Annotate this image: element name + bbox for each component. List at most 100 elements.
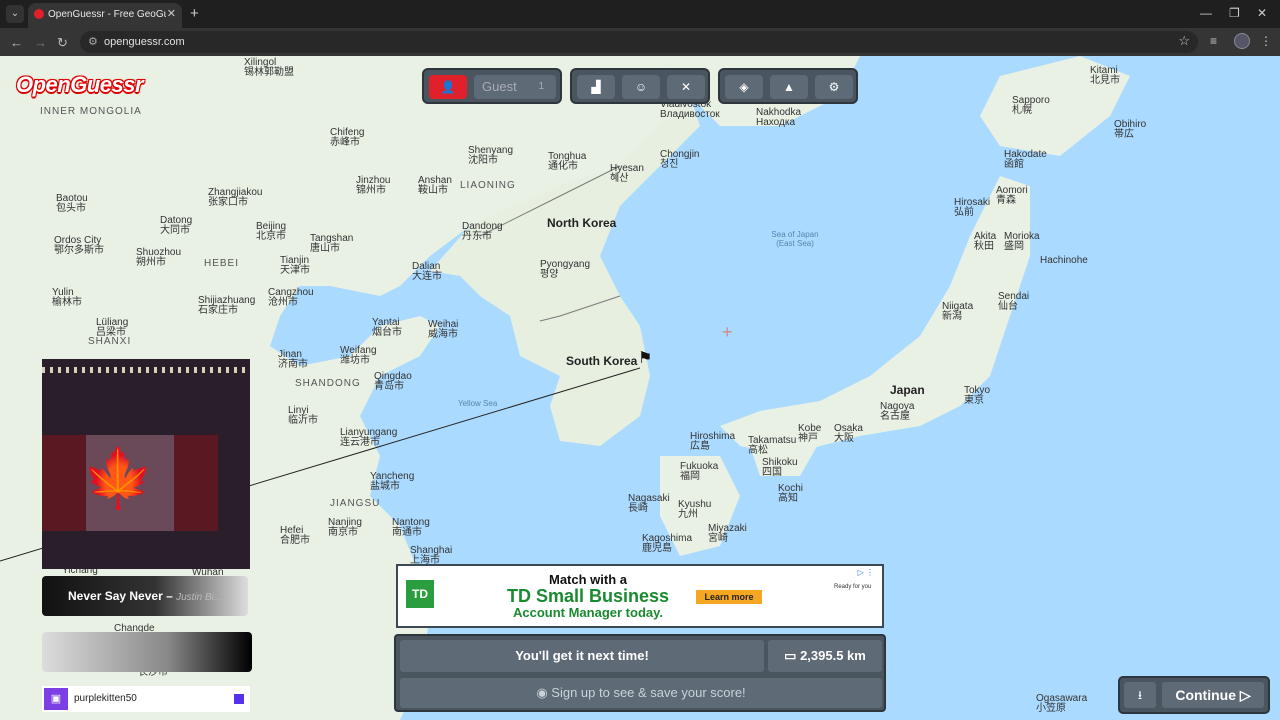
add-user-button[interactable]: 👤 [429, 75, 467, 99]
city-native-name: 连云港市 [340, 437, 380, 448]
mode-group: ▟ ☺ ✕ [570, 68, 710, 104]
city-label: Tokyo 東京 [964, 386, 990, 406]
tab-search-button[interactable]: ⌄ [6, 5, 24, 23]
battle-button[interactable]: ✕ [667, 75, 705, 99]
signup-button[interactable]: ◉ Sign up to see & save your score! [400, 678, 882, 708]
player-group: 👤 Guest 1 [422, 68, 562, 104]
url-text[interactable]: openguessr.com [104, 36, 185, 48]
tab-close-icon[interactable]: ✕ [167, 7, 176, 20]
city-native-name: 大连市 [412, 271, 442, 282]
city-native-name: 临沂市 [288, 415, 318, 426]
play-icon: ▷ [1239, 687, 1251, 703]
result-message: You'll get it next time! [400, 640, 764, 672]
favicon-icon [34, 9, 44, 19]
city-native-name: 名古屋 [880, 411, 910, 422]
webcam-overlay: 🍁 [42, 359, 250, 569]
city-label: Jinzhou 锦州市 [356, 176, 390, 196]
city-label: Kagoshima 鹿児島 [642, 534, 692, 554]
city-label: Akita 秋田 [974, 232, 996, 252]
city-label: Ogasawara 小笠原 [1036, 694, 1087, 714]
city-native-name: 榆林市 [52, 297, 82, 308]
city-label: Datong 大同市 [160, 216, 192, 236]
city-native-name: 函館 [1004, 159, 1024, 170]
browser-tab[interactable]: OpenGuessr - Free GeoGuessr A ✕ [28, 3, 182, 28]
ad-learn-more-button[interactable]: Learn more [696, 590, 762, 604]
city-native-name: 神戸 [798, 433, 818, 444]
download-icon: ⭳ [1137, 688, 1143, 702]
city-label: Weifang 潍坊市 [340, 346, 377, 366]
city-label: Jinan 济南市 [278, 350, 308, 370]
led-strip [42, 367, 250, 373]
city-label: Tonghua 通化市 [548, 152, 586, 172]
city-label: Fukuoka 福岡 [680, 462, 718, 482]
city-label: Beijing 北京市 [256, 222, 286, 242]
country-label: North Korea [547, 216, 617, 230]
result-distance: ▭ 2,395.5 km [768, 640, 882, 672]
settings-button[interactable]: ⚙ [815, 75, 853, 99]
bookmark-star-icon[interactable]: ☆ [1178, 33, 1190, 49]
city-native-name: Находка [756, 117, 796, 128]
city-native-name: 帯広 [1114, 129, 1134, 140]
ruler-icon: ▭ [784, 648, 797, 663]
twitch-username: purplekitten50 [74, 693, 137, 704]
stream-overlay-bar [42, 632, 252, 672]
back-icon[interactable]: ← [10, 35, 23, 50]
learn-button[interactable]: ▲ [770, 75, 808, 99]
tab-title: OpenGuessr - Free GeoGuessr A [48, 9, 166, 20]
ad-line1: Match with a [548, 572, 627, 587]
layers-button[interactable]: ◈ [725, 75, 763, 99]
city-native-name: 丹东市 [462, 231, 492, 242]
city-native-name: 高松 [748, 445, 768, 456]
song-title: Never Say Never [68, 589, 163, 603]
sea-label: Yellow Sea [458, 399, 498, 408]
openguessr-logo[interactable]: OpenGuessr [16, 72, 144, 98]
city-native-name: 天津市 [280, 265, 310, 276]
party-button[interactable]: ☺ [622, 75, 660, 99]
city-label: Cangzhou 沧州市 [268, 288, 314, 308]
city-native-name: 평양 [540, 269, 559, 280]
close-window-button[interactable]: ✕ [1257, 6, 1267, 20]
region-label: JIANGSU [330, 498, 381, 509]
city-label: Kobe 神戸 [798, 424, 821, 444]
site-info-icon[interactable]: ⚙ [88, 35, 98, 48]
city-label: Lianyungang 连云港市 [340, 428, 397, 448]
city-native-name: 鹿児島 [642, 543, 672, 554]
party-icon: ☺ [634, 80, 648, 94]
city-native-name: 南京市 [328, 527, 358, 538]
city-label: Shenyang 沈阳市 [468, 146, 513, 166]
user-circle-icon: ◉ [536, 685, 548, 700]
city-label: Miyazaki 宮崎 [708, 524, 747, 544]
distance-value: 2,395.5 km [800, 648, 866, 663]
media-icon[interactable]: ≡ [1210, 34, 1217, 48]
minimize-button[interactable]: — [1200, 6, 1212, 20]
profile-avatar[interactable] [1234, 33, 1250, 49]
city-label: Baotou 包头市 [56, 194, 88, 214]
ad-line3: Account Manager today. [512, 605, 663, 620]
omnibox[interactable]: ⚙ openguessr.com ☆ [80, 31, 1198, 53]
continue-button[interactable]: Continue ▷ [1162, 682, 1264, 708]
city-label: Anshan 鞍山市 [418, 176, 452, 196]
continue-label: Continue [1175, 687, 1236, 703]
twitch-badge [234, 694, 244, 704]
city-label: Nanjing 南京市 [328, 518, 362, 538]
download-button[interactable]: ⭳ [1124, 682, 1156, 708]
continue-group: ⭳ Continue ▷ [1118, 676, 1270, 714]
leaderboard-button[interactable]: ▟ [577, 75, 615, 99]
td-advertisement[interactable]: TD Match with a TD Small Business Accoun… [396, 564, 884, 628]
forward-icon[interactable]: → [34, 35, 47, 50]
menu-icon[interactable]: ⋮ [1260, 34, 1272, 48]
guest-name-field[interactable]: Guest 1 [474, 75, 556, 99]
adchoices-icon[interactable]: ▷ ⋮ [858, 568, 874, 577]
new-tab-button[interactable]: + [190, 5, 199, 22]
city-label: Sapporo 札幌 [1012, 96, 1050, 116]
city-native-name: 長崎 [628, 503, 648, 514]
reload-icon[interactable]: ↻ [57, 35, 68, 51]
city-label: Hyesan 혜산 [610, 164, 644, 184]
city-native-name: 宮崎 [708, 533, 728, 544]
restore-button[interactable]: ❐ [1229, 6, 1240, 20]
settings-group: ◈ ▲ ⚙ [718, 68, 858, 104]
city-native-name: 東京 [964, 395, 984, 406]
city-native-name: 秋田 [974, 241, 994, 252]
city-native-name: 石家庄市 [198, 305, 238, 316]
city-label: Xilingol 锡林郭勒盟 [244, 58, 294, 78]
